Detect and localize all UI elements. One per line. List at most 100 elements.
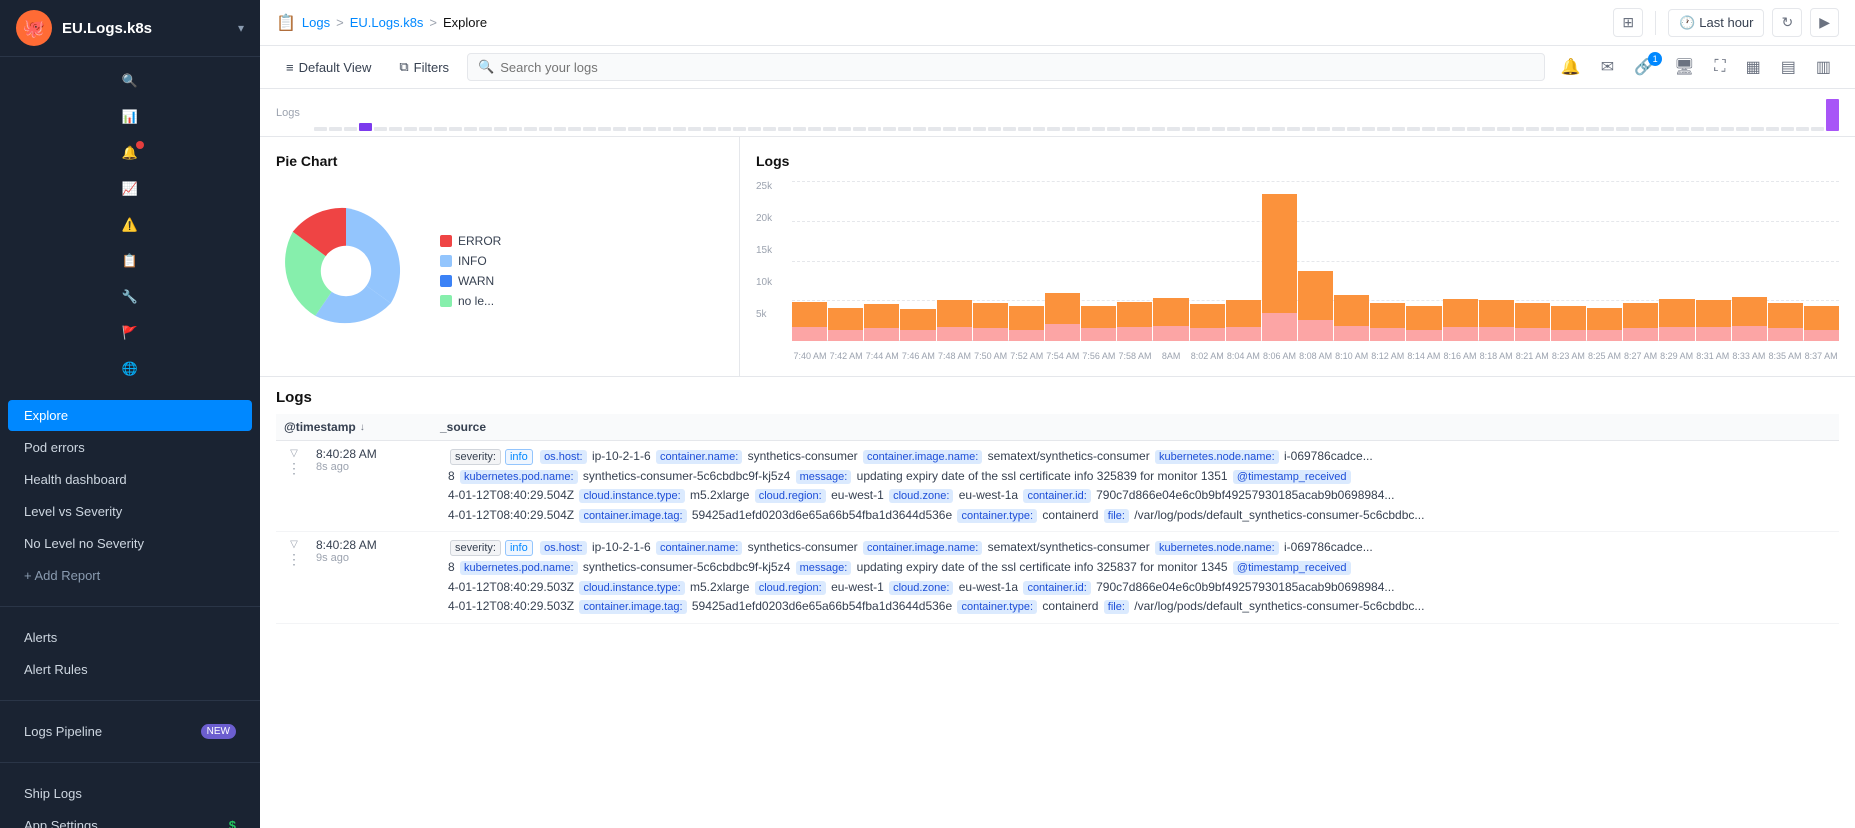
chevron-down-icon[interactable]: ▾: [238, 21, 244, 35]
search-icon[interactable]: 🔍: [110, 65, 150, 97]
sidebar-title: EU.Logs.k8s: [62, 20, 152, 37]
bar-info: [1117, 327, 1152, 341]
layout2-button[interactable]: ▥: [1808, 52, 1839, 82]
histogram-bar: [1092, 127, 1105, 131]
document-icon[interactable]: 📋: [110, 245, 150, 277]
bar-error: [1696, 300, 1731, 327]
log-expand-col-2: ▽ ⋮: [284, 538, 304, 566]
dollar-badge: $: [229, 818, 236, 828]
chart-bar-group: [1406, 306, 1441, 341]
sidebar-item-add-report[interactable]: + Add Report: [8, 560, 252, 591]
divider: [1655, 11, 1656, 35]
histogram-bar: [1706, 127, 1719, 131]
bar-info: [1659, 327, 1694, 341]
histogram-bar: [1047, 127, 1060, 131]
link-button[interactable]: 🔗 1: [1626, 52, 1662, 82]
cloud-instance-value-1: m5.2xlarge: [690, 488, 749, 502]
breadcrumb-doc-icon: 📋: [276, 13, 296, 33]
chart-x-label: 8:31 AM: [1695, 351, 1731, 361]
chart-bar-group: [1732, 297, 1767, 341]
histogram-bar: [703, 127, 716, 131]
filters-button[interactable]: ⧉ Filters: [389, 54, 459, 80]
dashboard-icon[interactable]: 📈: [110, 173, 150, 205]
chart-x-label: 7:40 AM: [792, 351, 828, 361]
email-button[interactable]: ✉: [1593, 52, 1622, 82]
histogram-bar: [1646, 127, 1659, 131]
chart-y-labels: 25k 20k 15k 10k 5k: [756, 181, 772, 341]
chart-bars-area: [792, 181, 1839, 341]
sidebar-item-ship-logs[interactable]: Ship Logs: [8, 778, 252, 809]
search-input[interactable]: [500, 60, 1534, 75]
notifications-button[interactable]: 🔔: [1553, 52, 1589, 82]
time-range-selector[interactable]: 🕐 Last hour: [1668, 9, 1764, 37]
col-timestamp-header[interactable]: @timestamp ↓: [284, 420, 424, 434]
histogram-bar: [389, 127, 402, 131]
histogram-bar: [958, 127, 971, 131]
sidebar-item-pod-errors[interactable]: Pod errors: [8, 432, 252, 463]
histogram-bar: [583, 127, 596, 131]
flag-icon[interactable]: 🚩: [110, 317, 150, 349]
chart-x-label: 8:37 AM: [1803, 351, 1839, 361]
bar-info: [1153, 326, 1188, 341]
tools-icon[interactable]: 🔧: [110, 281, 150, 313]
chart-bar-group: [1768, 303, 1803, 341]
histogram-bar: [973, 127, 986, 131]
histogram-bar: [1766, 127, 1779, 131]
log-dots-2[interactable]: ⋮: [287, 552, 301, 566]
sidebar-item-logs-pipeline[interactable]: Logs Pipeline NEW: [8, 716, 252, 747]
cloud-zone-value-1: eu-west-1a: [959, 488, 1018, 502]
warning-icon[interactable]: ⚠️: [110, 209, 150, 241]
histogram-bar: [1003, 127, 1016, 131]
default-view-button[interactable]: ≡ Default View: [276, 55, 381, 80]
log-date2-2: 4-01-12T08:40:29.503Z: [448, 599, 574, 613]
file-value-2: /var/log/pods/default_synthetics-consume…: [1134, 599, 1424, 613]
monitor-button[interactable]: 🖥: [1666, 52, 1702, 82]
y-label-10k: 10k: [756, 277, 772, 288]
breadcrumb-eu-logs-link[interactable]: EU.Logs.k8s: [350, 15, 424, 30]
sidebar-item-health-dashboard[interactable]: Health dashboard: [8, 464, 252, 495]
sidebar-item-app-settings[interactable]: App Settings $: [8, 810, 252, 828]
search-bar[interactable]: 🔍: [467, 53, 1545, 81]
log-time-1: 8:40:28 AM: [316, 447, 436, 461]
layout1-button[interactable]: ▤: [1773, 52, 1804, 82]
breadcrumb-logs-link[interactable]: Logs: [302, 15, 330, 30]
expand-button[interactable]: ⛶: [1706, 53, 1733, 81]
explore-icon[interactable]: 📊: [110, 101, 150, 133]
expand-button-2[interactable]: ▽: [290, 540, 298, 550]
bar-error: [828, 308, 863, 330]
play-button[interactable]: ▶: [1810, 8, 1839, 37]
alerts-icon[interactable]: 🔔: [110, 137, 150, 169]
y-label-15k: 15k: [756, 245, 772, 256]
sidebar-item-alerts[interactable]: Alerts: [8, 622, 252, 653]
cloud-zone-label-2: cloud.zone:: [889, 581, 953, 595]
cloud-zone-label-1: cloud.zone:: [889, 489, 953, 503]
container-image-tag-value-1: 59425ad1efd0203d6e65a66b54fba1d3644d536e: [692, 508, 952, 522]
grid-view-button[interactable]: ⊞: [1613, 8, 1643, 37]
legend-no-level: no le...: [440, 294, 501, 308]
legend-info-dot: [440, 255, 452, 267]
topbar: 📋 Logs > EU.Logs.k8s > Explore ⊞ 🕐 Last …: [260, 0, 1855, 46]
bar-info: [1009, 330, 1044, 341]
refresh-button[interactable]: ↻: [1772, 8, 1802, 37]
chart-x-label: 7:46 AM: [900, 351, 936, 361]
sort-icon[interactable]: ↓: [360, 422, 365, 433]
chart-x-label: 8:02 AM: [1189, 351, 1225, 361]
chart-x-label: 8:06 AM: [1261, 351, 1297, 361]
sidebar-item-level-vs-severity[interactable]: Level vs Severity: [8, 496, 252, 527]
histogram-bar: [1272, 127, 1285, 131]
sidebar-item-alert-rules[interactable]: Alert Rules: [8, 654, 252, 685]
barcode-button[interactable]: ▦: [1738, 52, 1769, 82]
globe-icon[interactable]: 🌐: [110, 353, 150, 385]
expand-button-1[interactable]: ▽: [290, 449, 298, 459]
chart-bar-group: [1045, 293, 1080, 341]
chart-x-label: 8:12 AM: [1370, 351, 1406, 361]
severity-value-2: info: [505, 540, 533, 556]
logo-icon: 🐙: [16, 10, 52, 46]
message-label-2: message:: [796, 561, 852, 575]
sidebar-item-explore[interactable]: Explore: [8, 400, 252, 431]
bar-error: [1334, 295, 1369, 326]
chart-bar-group: [1551, 306, 1586, 341]
chart-x-labels: 7:40 AM7:42 AM7:44 AM7:46 AM7:48 AM7:50 …: [792, 351, 1839, 361]
sidebar-item-no-level-no-severity[interactable]: No Level no Severity: [8, 528, 252, 559]
log-dots-1[interactable]: ⋮: [287, 461, 301, 475]
